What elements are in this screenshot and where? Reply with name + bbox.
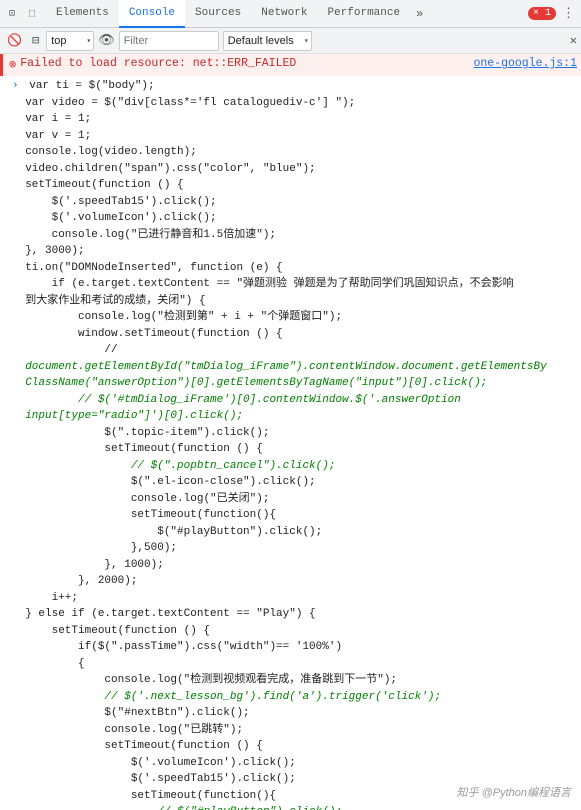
more-options-icon[interactable]: ⋮ xyxy=(560,6,577,21)
tab-elements[interactable]: Elements xyxy=(46,0,119,28)
context-select[interactable]: top xyxy=(46,31,94,51)
tab-console[interactable]: Console xyxy=(119,0,185,28)
error-text: Failed to load resource: net::ERR_FAILED xyxy=(20,56,469,73)
clear-console-button[interactable]: 🚫 xyxy=(4,35,25,47)
error-message-line: ⊗ Failed to load resource: net::ERR_FAIL… xyxy=(0,54,581,76)
error-source-link[interactable]: one-google.js:1 xyxy=(473,56,577,73)
filter-input[interactable] xyxy=(119,31,219,51)
levels-wrap: Default levels ▾ xyxy=(223,31,312,51)
close-icon[interactable]: ✕ xyxy=(570,33,577,48)
inspect-icon[interactable]: ⬚ xyxy=(24,6,40,22)
context-selector-wrap: top ▾ xyxy=(46,31,94,51)
watermark: 知乎 @Python编程语言 xyxy=(457,784,571,800)
eye-icon[interactable]: 👁 xyxy=(98,33,115,48)
tab-network[interactable]: Network xyxy=(251,0,317,28)
dock-icon[interactable]: ⊡ xyxy=(4,6,20,22)
devtools-icons: ⊡ ⬚ xyxy=(4,6,40,22)
console-toolbar: 🚫 ⊟ top ▾ 👁 Default levels ▾ ✕ xyxy=(0,28,581,54)
toggle-drawer-button[interactable]: ⊟ xyxy=(29,35,42,47)
input-prompt-icon: › xyxy=(12,80,19,92)
tab-bar: ⊡ ⬚ Elements Console Sources Network Per… xyxy=(0,0,581,28)
more-tabs-button[interactable]: » xyxy=(412,7,427,21)
tab-performance[interactable]: Performance xyxy=(317,0,410,28)
console-output: ⊗ Failed to load resource: net::ERR_FAIL… xyxy=(0,54,581,810)
error-badge: × 1 xyxy=(528,7,556,20)
console-code-block: › var ti = $("body"); var video = $("div… xyxy=(0,76,581,810)
levels-select[interactable]: Default levels xyxy=(223,31,312,51)
error-icon: ⊗ xyxy=(9,57,16,74)
tab-sources[interactable]: Sources xyxy=(185,0,251,28)
